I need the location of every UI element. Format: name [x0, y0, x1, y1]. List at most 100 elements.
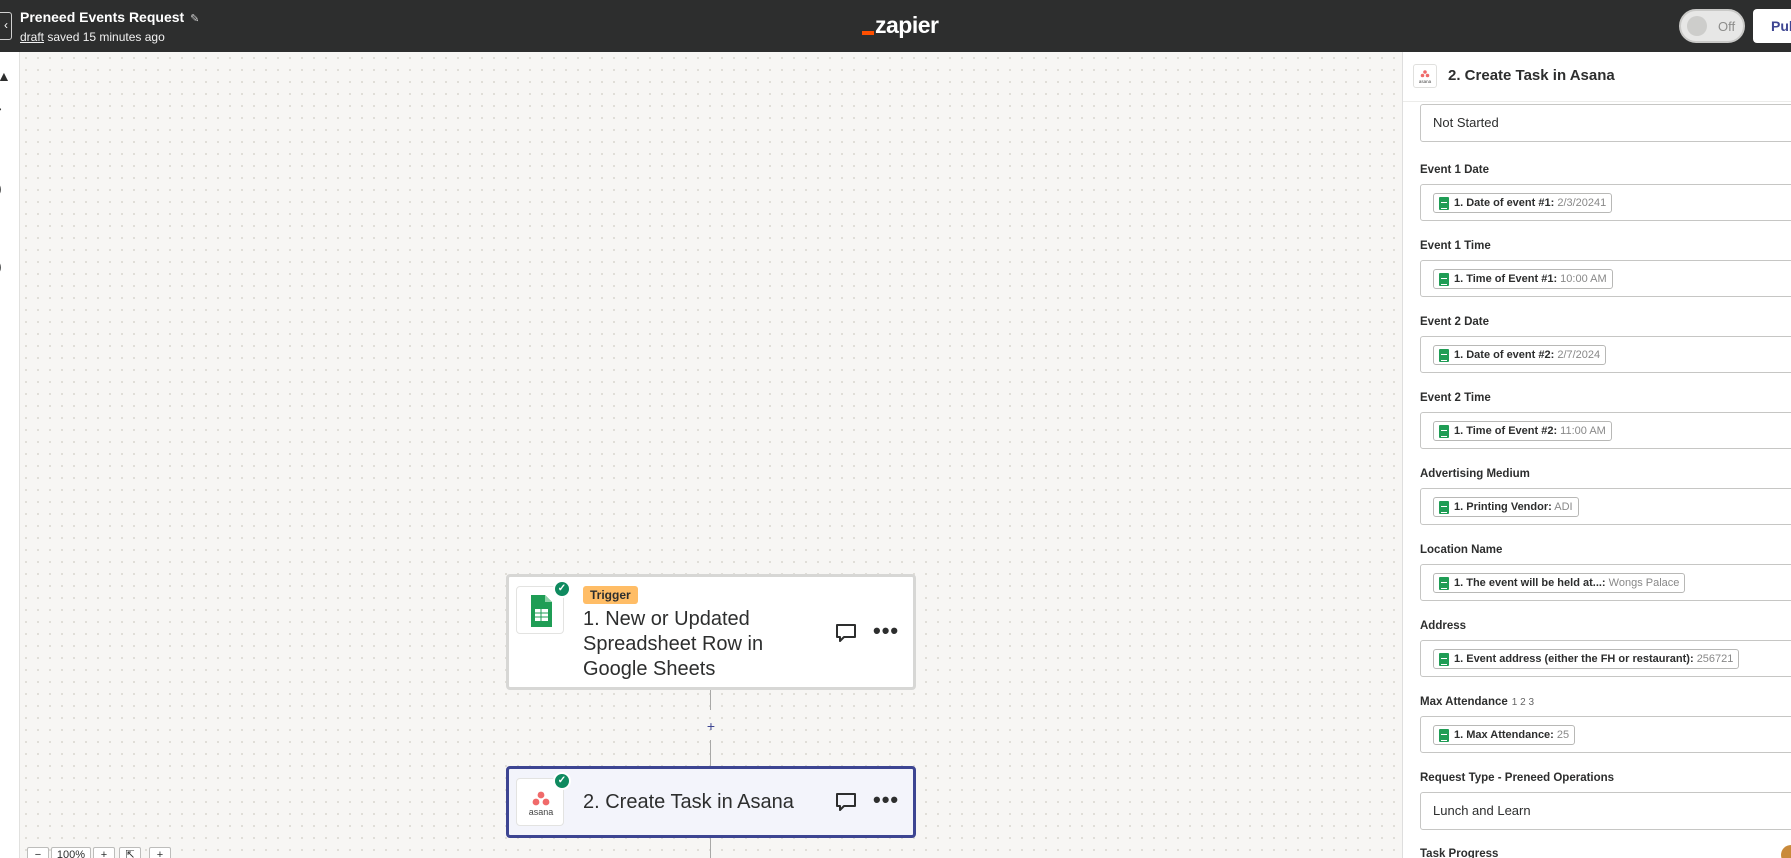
step-card-trigger[interactable]: ✓ Trigger 1. New or Updated Spreadsheet …	[506, 574, 916, 690]
text-icon[interactable]: |	[0, 142, 7, 158]
data-pill[interactable]: 1. Date of event #1: 2/3/20241	[1433, 193, 1613, 213]
draft-link[interactable]: draft	[20, 30, 44, 44]
field-label: Event 1 Date	[1420, 164, 1489, 176]
field-label-text: Event 1 Date	[1420, 164, 1490, 176]
zapier-logo[interactable]: zapier	[862, 12, 939, 39]
mapped-field-input[interactable]: 1. Date of event #1: 2/3/20241	[1420, 184, 1791, 221]
data-pill[interactable]: 1. Max Attendance: 25	[1433, 725, 1576, 745]
step-title: 2. Create Task in Asana	[583, 791, 794, 813]
pill-key: 1. Date of event #1:	[1454, 197, 1555, 209]
field-label: Address	[1420, 620, 1466, 632]
publish-button[interactable]: Pub	[1753, 9, 1791, 43]
mapped-field-input[interactable]: 1. Time of Event #1: 10:00 AM	[1420, 260, 1791, 297]
google-sheets-icon	[1439, 653, 1449, 666]
zoom-out-button[interactable]: −	[27, 847, 49, 858]
circle-icon[interactable]: )	[0, 180, 7, 196]
data-pill[interactable]: 1. Time of Event #2: 11:00 AM	[1433, 421, 1612, 441]
pencil-icon[interactable]: ✎	[190, 12, 199, 25]
pill-value: 2/7/2024	[1557, 349, 1601, 361]
field-label-text: Event 2 Time	[1420, 392, 1491, 404]
history-icon[interactable]: )	[0, 258, 7, 274]
zoom-level[interactable]: 100%	[51, 847, 91, 858]
mapped-field-input[interactable]: 1. Event address (either the FH or resta…	[1420, 640, 1791, 677]
request-type-value: Lunch and Learn	[1433, 803, 1531, 818]
panel-title: 2. Create Task in Asana	[1448, 67, 1615, 84]
connector-line	[710, 838, 711, 858]
asana-wordmark: asana	[529, 807, 554, 817]
field-label-text: Address	[1420, 620, 1467, 632]
field-hint: 1 2 3	[1511, 697, 1535, 708]
status-select[interactable]: Not Started ⇕	[1420, 104, 1791, 142]
field-label: Event 1 Time	[1420, 240, 1491, 252]
pill-value: 2/3/20241	[1557, 197, 1607, 209]
pill-value: Wongs Palace	[1608, 577, 1680, 589]
field-label: Event 2 Time	[1420, 392, 1491, 404]
mapped-field-input[interactable]: 1. Max Attendance: 25	[1420, 716, 1791, 753]
add-step-button[interactable]: +	[703, 718, 719, 734]
pill-value: ADI	[1554, 501, 1573, 513]
mapped-field-input[interactable]: 1. Printing Vendor: ADI	[1420, 488, 1791, 525]
pill-key: 1. Date of event #2:	[1454, 349, 1555, 361]
pill-key: 1. Time of Event #1:	[1454, 273, 1558, 285]
comment-icon[interactable]	[835, 792, 857, 812]
task-progress-label: Task Progress	[1420, 848, 1499, 858]
mapped-field-input[interactable]: 1. Time of Event #2: 11:00 AM	[1420, 412, 1791, 449]
comment-icon[interactable]	[835, 623, 857, 643]
zapier-dash-mark	[862, 31, 874, 35]
field-label: Advertising Medium	[1420, 468, 1530, 480]
field-label: Max Attendance 1 2 3	[1420, 696, 1534, 708]
step-editor-panel: asana 2. Create Task in Asana Not Starte…	[1402, 52, 1791, 858]
zap-title-text[interactable]: Preneed Events Request	[20, 9, 184, 25]
google-sheets-icon	[1439, 501, 1449, 514]
back-button[interactable]: ‹	[0, 12, 12, 40]
mapped-field-input[interactable]: 1. Date of event #2: 2/7/2024	[1420, 336, 1791, 373]
pill-key: 1. Time of Event #2:	[1454, 425, 1558, 437]
more-options-icon[interactable]: •••	[873, 620, 899, 642]
pill-key: 1. The event will be held at...:	[1454, 577, 1606, 589]
add-note-button[interactable]: +	[149, 847, 171, 858]
zap-canvas[interactable]	[20, 52, 1402, 858]
step-title: 1. New or Updated Spreadsheet Row in Goo…	[583, 608, 764, 680]
saved-text: saved 15 minutes ago	[47, 30, 165, 44]
chevron-left-icon: ‹	[4, 18, 8, 32]
sticky-icon[interactable]: |	[0, 218, 7, 234]
fit-view-icon[interactable]: ⇱	[119, 847, 141, 858]
data-pill[interactable]: 1. The event will be held at...: Wongs P…	[1433, 573, 1686, 593]
pill-key: 1. Event address (either the FH or resta…	[1454, 653, 1694, 665]
more-options-icon[interactable]: •••	[873, 789, 899, 811]
google-sheets-icon	[1439, 349, 1449, 362]
field-label-text: Max Attendance	[1420, 696, 1508, 708]
left-toolbar: ▲ › | ) | ) ]	[0, 52, 20, 858]
step-card-action[interactable]: asana ✓ 2. Create Task in Asana •••	[506, 766, 916, 838]
toggle-label: Off	[1718, 19, 1736, 34]
mapped-field-input[interactable]: 1. The event will be held at...: Wongs P…	[1420, 564, 1791, 601]
connector-line	[710, 740, 711, 766]
data-pill[interactable]: 1. Date of event #2: 2/7/2024	[1433, 345, 1607, 365]
google-sheets-icon	[1439, 729, 1449, 742]
pill-key: 1. Printing Vendor:	[1454, 501, 1552, 513]
google-sheets-icon	[1439, 197, 1449, 210]
field-label-text: Advertising Medium	[1420, 468, 1530, 480]
pointer-icon[interactable]: ▲	[0, 68, 11, 84]
save-status: draft saved 15 minutes ago	[20, 30, 165, 44]
request-type-select[interactable]: Lunch and Learn ⇕	[1420, 792, 1791, 830]
data-pill[interactable]: 1. Event address (either the FH or resta…	[1433, 649, 1740, 669]
logo-text: zapier	[875, 12, 939, 38]
publish-toggle[interactable]: Off	[1679, 9, 1745, 43]
toggle-knob	[1687, 16, 1707, 36]
request-type-label: Request Type - Preneed Operations	[1420, 772, 1615, 784]
field-label-text: Event 1 Time	[1420, 240, 1491, 252]
pill-value: 10:00 AM	[1560, 273, 1607, 285]
zap-title[interactable]: Preneed Events Request ✎	[20, 9, 199, 25]
pill-value: 25	[1556, 729, 1570, 741]
layout-icon[interactable]: ]	[0, 292, 7, 308]
data-pill[interactable]: 1. Time of Event #1: 10:00 AM	[1433, 269, 1613, 289]
pill-value: 256721	[1696, 653, 1734, 665]
google-sheets-icon	[1439, 425, 1449, 438]
check-icon: ✓	[553, 772, 571, 790]
field-label-text: Event 2 Date	[1420, 316, 1490, 328]
connector-line	[710, 690, 711, 710]
hand-icon[interactable]: ›	[0, 100, 7, 116]
data-pill[interactable]: 1. Printing Vendor: ADI	[1433, 497, 1579, 517]
zoom-in-button[interactable]: +	[93, 847, 115, 858]
